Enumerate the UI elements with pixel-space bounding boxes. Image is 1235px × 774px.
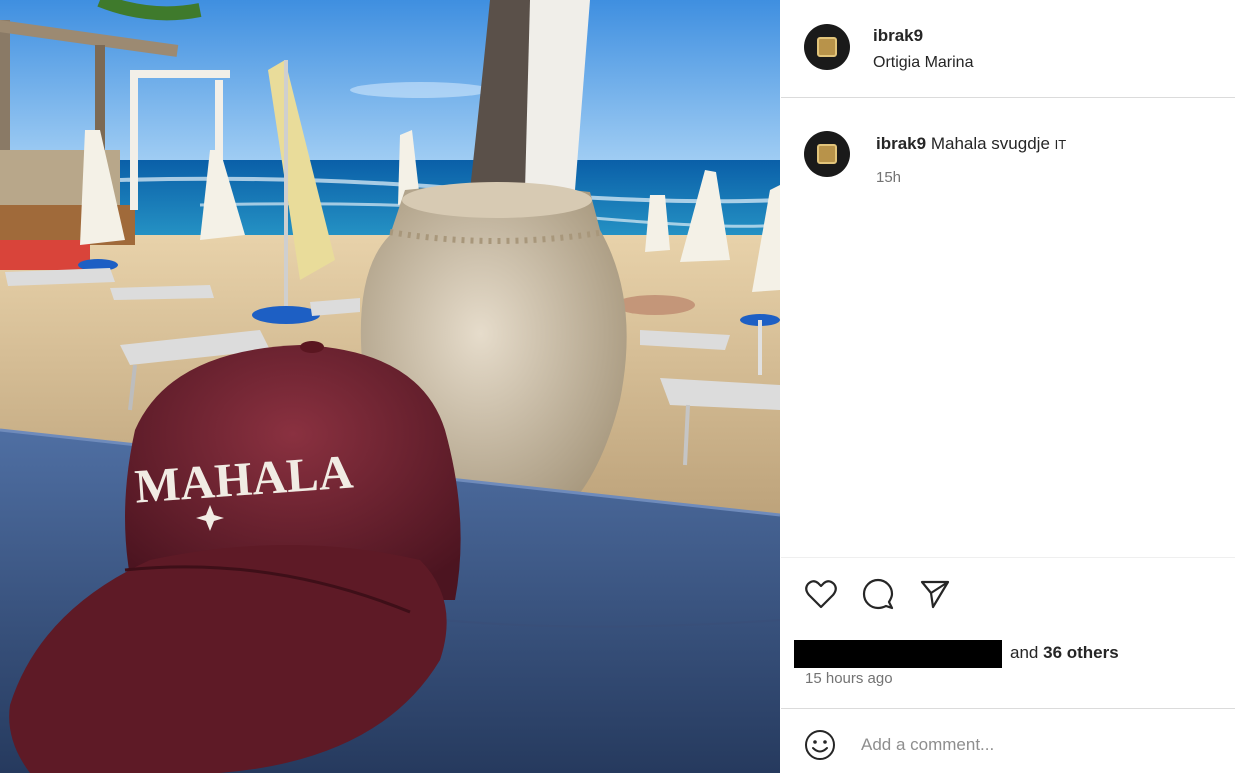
comment-icon[interactable] [861, 577, 895, 611]
post-caption: ibrak9 Mahala svugdje IT [876, 134, 1066, 154]
caption-text: Mahala svugdje [930, 134, 1050, 153]
crest-badge [817, 37, 837, 57]
comment-bar [781, 708, 1235, 774]
likes-and: and [1010, 643, 1039, 662]
crest-badge [817, 144, 837, 164]
likes-summary[interactable]: and 36 others [794, 640, 1154, 668]
header-username[interactable]: ibrak9 [873, 26, 923, 46]
likes-others[interactable]: 36 others [1043, 643, 1119, 662]
crest-avatar-icon[interactable] [804, 24, 850, 70]
post-photo[interactable]: MAHALA [0, 0, 780, 773]
heart-icon[interactable] [804, 577, 838, 611]
caption-username[interactable]: ibrak9 [876, 134, 926, 153]
redacted-liker-names [794, 640, 1002, 668]
comment-input[interactable] [861, 735, 1201, 755]
send-icon[interactable] [918, 577, 952, 611]
caption-time[interactable]: 15h [876, 169, 901, 186]
post-timestamp[interactable]: 15 hours ago [805, 670, 893, 687]
smiley-icon[interactable] [803, 728, 837, 762]
post-image: MAHALA [0, 0, 780, 773]
post-header: ibrak9 Ortigia Marina [781, 0, 1235, 98]
likes-text: and 36 others [1010, 643, 1119, 663]
post-side-panel: ibrak9 Ortigia Marina ibrak9 Mahala svug… [781, 0, 1235, 773]
flag-text: IT [1054, 137, 1067, 152]
caption-avatar-icon[interactable] [804, 131, 850, 177]
location-link[interactable]: Ortigia Marina [873, 54, 973, 72]
